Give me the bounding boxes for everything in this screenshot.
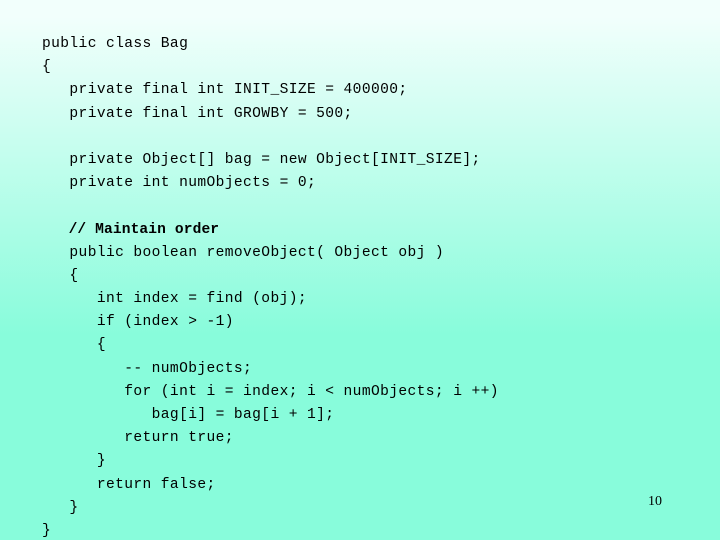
code-line: {	[42, 337, 106, 354]
code-line: public boolean removeObject( Object obj …	[42, 244, 445, 261]
code-line: -- numObjects;	[42, 360, 253, 377]
code-line: {	[42, 267, 79, 284]
code-line: if (index > -1)	[42, 314, 234, 331]
code-line: // Maintain order	[42, 221, 220, 238]
code-line: }	[42, 453, 106, 470]
code-line: }	[42, 522, 52, 539]
code-line: private final int GROWBY = 500;	[42, 105, 353, 122]
code-line: bag[i] = bag[i + 1];	[42, 407, 335, 423]
slide-number: 10	[648, 494, 662, 509]
code-line: private Object[] bag = new Object[INIT_S…	[42, 151, 481, 168]
code-line: return false;	[42, 476, 216, 493]
presentation-slide: public class Bag { private final int INIT…	[0, 0, 720, 540]
code-line: {	[42, 59, 52, 76]
code-line: public class Bag	[42, 36, 189, 52]
code-line: return true;	[42, 430, 234, 447]
code-line: private final int INIT_SIZE = 400000;	[42, 82, 408, 99]
code-line: private int numObjects = 0;	[42, 175, 317, 192]
code-line: int index = find (obj);	[42, 291, 307, 308]
code-listing: public class Bag { private final int INIT…	[42, 33, 702, 540]
code-line: for (int i = index; i < numObjects; i ++…	[42, 383, 499, 400]
code-line: }	[42, 499, 79, 516]
